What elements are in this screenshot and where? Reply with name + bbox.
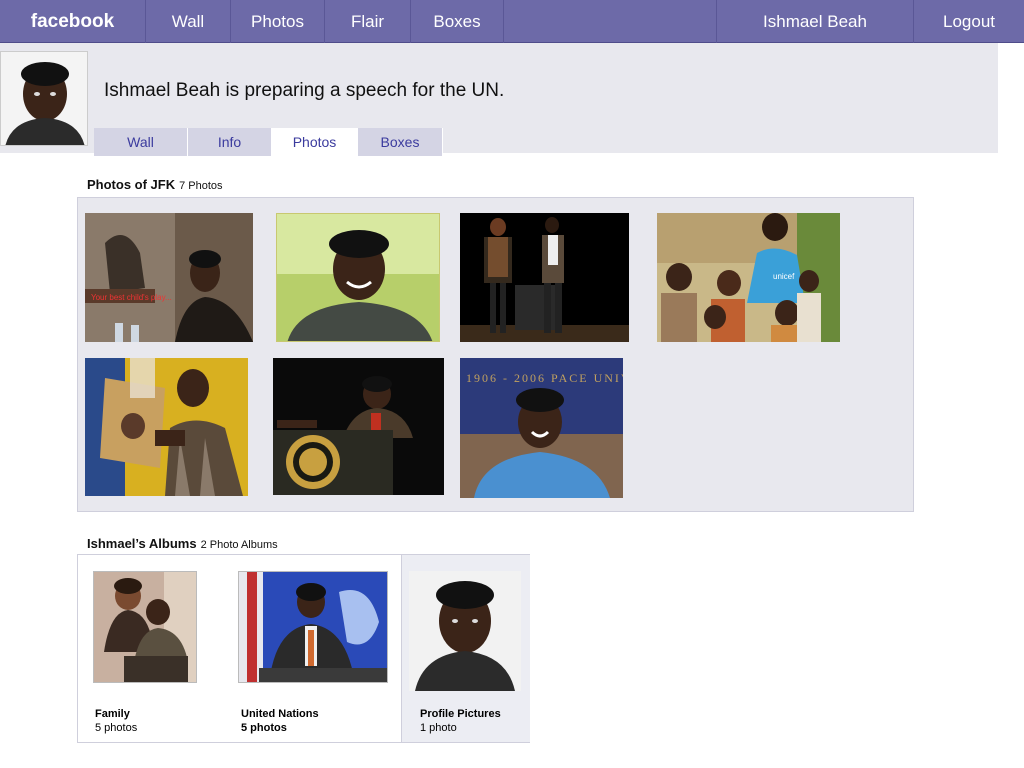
profile-avatar[interactable] — [0, 51, 88, 146]
photo-book-image — [85, 358, 248, 496]
albums-section-title: Ishmael’s Albums — [87, 536, 197, 551]
album-cover-profile-pictures[interactable] — [409, 571, 521, 691]
photo-talk-image: Your best child's play... — [85, 213, 253, 342]
tab-info[interactable]: Info — [188, 128, 272, 156]
albums-section-heading: Ishmael’s Albums 2 Photo Albums — [87, 536, 278, 551]
profile-album-image — [409, 571, 521, 691]
nav-boxes[interactable]: Boxes — [411, 0, 504, 43]
status-message: Ishmael Beah is preparing a speech for t… — [104, 80, 505, 101]
photo-thumbnail[interactable]: Your best child's play... — [85, 213, 253, 342]
family-album-image — [94, 572, 196, 682]
albums-count: 2 Photo Albums — [200, 539, 278, 551]
album-name-profile-pictures[interactable]: Profile Pictures — [420, 708, 501, 720]
photo-stage-image — [460, 213, 629, 342]
photo-portrait-image — [277, 214, 439, 341]
tab-boxes[interactable]: Boxes — [358, 128, 443, 156]
photo-caption-text: 1906 - 2006 PACE UNIVERSITY — [466, 371, 623, 385]
nav-wall[interactable]: Wall — [146, 0, 231, 43]
photo-children-image: unicef — [657, 213, 840, 342]
photo-thumbnail[interactable]: unicef — [657, 213, 840, 342]
un-album-image — [239, 572, 387, 682]
photo-thumbnail[interactable]: 1906 - 2006 PACE UNIVERSITY — [460, 358, 623, 498]
photo-podium-image — [273, 358, 444, 495]
album-count-family: 5 photos — [95, 722, 138, 734]
album-count-profile-pictures: 1 photo — [420, 722, 457, 734]
photos-section-heading: Photos of JFK 7 Photos — [87, 177, 223, 192]
top-navigation-bar: facebook Wall Photos Flair Boxes Ishmael… — [0, 0, 1024, 43]
facebook-logo[interactable]: facebook — [0, 0, 146, 43]
photo-thumbnail[interactable] — [276, 213, 440, 342]
photo-pace-image: 1906 - 2006 PACE UNIVERSITY — [460, 358, 623, 498]
photo-thumbnail[interactable] — [273, 358, 444, 495]
album-cover-united-nations[interactable] — [238, 571, 388, 683]
album-name-family[interactable]: Family — [95, 708, 130, 720]
album-cover-family[interactable] — [93, 571, 197, 683]
photo-caption-text: Your best child's play... — [91, 293, 172, 302]
photo-caption-text: unicef — [773, 272, 795, 281]
photo-thumbnail[interactable] — [460, 213, 629, 342]
photo-thumbnail[interactable] — [85, 358, 248, 496]
album-count-united-nations: 5 photos — [241, 722, 287, 734]
photos-section-title: Photos of JFK — [87, 177, 176, 192]
nav-photos[interactable]: Photos — [231, 0, 325, 43]
tab-photos[interactable]: Photos — [272, 128, 358, 156]
tab-wall[interactable]: Wall — [94, 128, 188, 156]
logout-link[interactable]: Logout — [914, 0, 1024, 43]
nav-flair[interactable]: Flair — [325, 0, 411, 43]
photos-count: 7 Photos — [179, 180, 223, 192]
avatar-image — [1, 52, 87, 145]
nav-user-name[interactable]: Ishmael Beah — [716, 0, 914, 43]
album-name-united-nations[interactable]: United Nations — [241, 708, 319, 720]
